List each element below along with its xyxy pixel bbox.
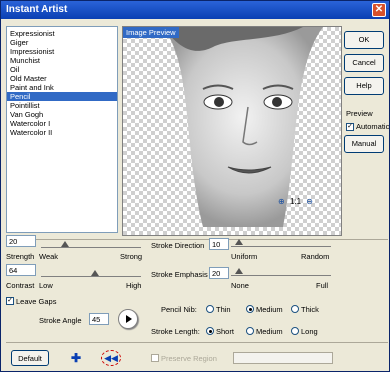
preview-group-title: Preview: [346, 109, 373, 118]
stroke-angle-dial[interactable]: [118, 309, 138, 329]
zoom-out-icon[interactable]: ⊖: [306, 197, 313, 206]
automatic-label: Automatic: [356, 122, 390, 131]
stroke-emphasis-none: None: [231, 281, 249, 290]
style-item[interactable]: Munchist: [7, 56, 117, 65]
strength-field[interactable]: 20: [6, 235, 36, 247]
style-item[interactable]: Expressionist: [7, 29, 117, 38]
zoom-controls: ⊕ 1:1 ⊖: [278, 197, 313, 206]
stroke-length-long[interactable]: [291, 327, 299, 335]
stroke-length-label: Stroke Length:: [151, 327, 200, 336]
strength-weak-label: Weak: [39, 252, 59, 261]
strength-slider-track[interactable]: [41, 247, 141, 248]
help-button[interactable]: Help: [344, 77, 384, 95]
title-bar: Instant Artist ✕: [1, 1, 389, 19]
contrast-slider-thumb[interactable]: [91, 270, 99, 276]
pencil-nib-thick[interactable]: [291, 305, 299, 313]
stroke-emphasis-full: Full: [316, 281, 329, 290]
contrast-slider-track[interactable]: [41, 276, 141, 277]
stroke-direction-label: Stroke Direction: [151, 241, 205, 250]
window-title: Instant Artist: [6, 4, 68, 15]
style-item[interactable]: Van Gogh: [7, 110, 117, 119]
stroke-direction-field[interactable]: 10: [209, 238, 229, 250]
style-item[interactable]: Paint and Ink: [7, 83, 117, 92]
strength-strong-label: Strong: [120, 252, 143, 261]
style-item[interactable]: Giger: [7, 38, 117, 47]
default-button[interactable]: Default: [11, 350, 49, 366]
preview-label: Image Preview: [123, 27, 179, 38]
divider: [6, 239, 388, 240]
stroke-emphasis-track[interactable]: [231, 275, 331, 276]
stroke-emphasis-label: Stroke Emphasis: [151, 270, 208, 279]
style-item[interactable]: Watercolor I: [7, 119, 117, 128]
pencil-nib-thin-label: Thin: [216, 305, 231, 314]
pencil-nib-thick-label: Thick: [301, 305, 319, 314]
preserve-region-label: Preserve Region: [161, 354, 217, 363]
automatic-checkbox[interactable]: ✓: [346, 123, 354, 131]
stroke-angle-label: Stroke Angle: [39, 316, 82, 325]
ok-button[interactable]: OK: [344, 31, 384, 49]
stroke-emphasis-thumb[interactable]: [235, 268, 243, 274]
cancel-button[interactable]: Cancel: [344, 54, 384, 72]
style-list[interactable]: Expressionist Giger Impressionist Munchist O…: [6, 26, 118, 233]
manual-button[interactable]: Manual: [344, 135, 384, 153]
image-preview: Image Preview ⊕ 1:1 ⊖: [122, 26, 342, 236]
leave-gaps-label: Leave Gaps: [16, 297, 57, 306]
rewind-icon[interactable]: ◀◀: [101, 350, 121, 366]
stroke-length-medium-label: Medium: [256, 327, 283, 336]
style-item[interactable]: Oil: [7, 65, 117, 74]
dialog-window: Instant Artist ✕ Expressionist Giger Impre…: [0, 0, 390, 372]
style-item[interactable]: Impressionist: [7, 47, 117, 56]
stroke-direction-random: Random: [301, 252, 330, 261]
strength-label: Strength: [6, 252, 35, 261]
stroke-angle-field[interactable]: 45: [89, 313, 109, 325]
stroke-length-short-label: Short: [216, 327, 234, 336]
stroke-direction-thumb[interactable]: [235, 239, 243, 245]
pencil-nib-label: Pencil Nib:: [161, 305, 197, 314]
stroke-length-long-label: Long: [301, 327, 318, 336]
close-icon[interactable]: ✕: [372, 3, 386, 17]
strength-slider-thumb[interactable]: [61, 241, 69, 247]
pencil-nib-thin[interactable]: [206, 305, 214, 313]
stroke-length-medium[interactable]: [246, 327, 254, 335]
pencil-nib-medium[interactable]: [246, 305, 254, 313]
style-item[interactable]: Pointillist: [7, 101, 117, 110]
contrast-field[interactable]: 64: [6, 264, 36, 276]
contrast-label: Contrast: [6, 281, 35, 290]
divider-bottom: [6, 342, 388, 343]
contrast-low-label: Low: [39, 281, 53, 290]
preserve-region-dropdown[interactable]: [233, 352, 333, 364]
contrast-high-label: High: [126, 281, 142, 290]
style-item[interactable]: Old Master: [7, 74, 117, 83]
pencil-nib-medium-label: Medium: [256, 305, 283, 314]
leave-gaps-checkbox[interactable]: ✓: [6, 297, 14, 305]
plus-icon[interactable]: ✚: [71, 351, 81, 365]
stroke-length-short[interactable]: [206, 327, 214, 335]
style-item[interactable]: Pencil: [7, 92, 117, 101]
style-item[interactable]: Watercolor II: [7, 128, 117, 137]
zoom-in-icon[interactable]: ⊕: [278, 197, 285, 206]
stroke-direction-uniform: Uniform: [231, 252, 258, 261]
stroke-emphasis-field[interactable]: 20: [209, 267, 229, 279]
zoom-level: 1:1: [289, 197, 302, 206]
preserve-region-checkbox[interactable]: [151, 354, 159, 362]
stroke-direction-track[interactable]: [231, 246, 331, 247]
